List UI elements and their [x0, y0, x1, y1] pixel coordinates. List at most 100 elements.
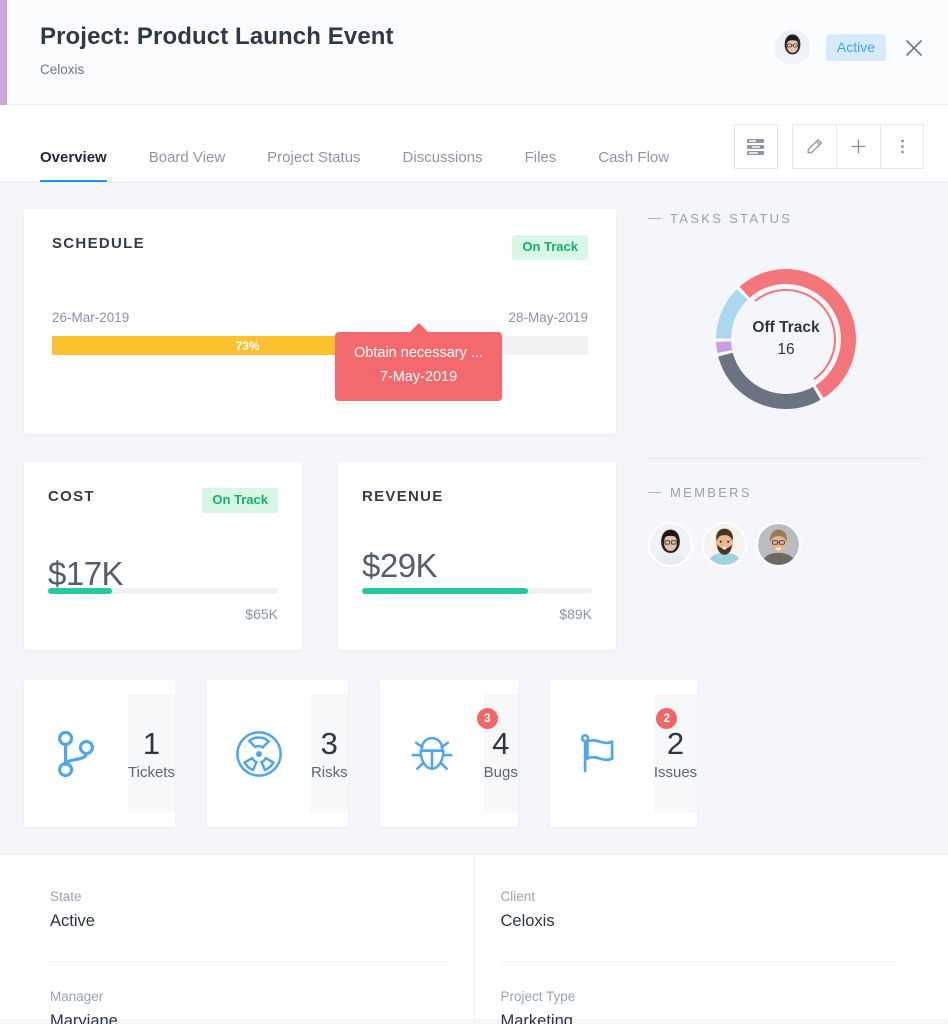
tab-project-status[interactable]: Project Status: [246, 149, 381, 182]
kpi-badge: 3: [476, 708, 498, 729]
member-avatar[interactable]: [702, 522, 747, 567]
detail-manager: Manager Maryjane: [50, 961, 448, 1024]
tasks-status-chart: Off Track 16: [648, 254, 924, 424]
kpi-label: Risks: [310, 764, 348, 781]
tab-label: Cash Flow: [598, 149, 670, 166]
project-overview-page: Project: Product Launch Event Celoxis Ac…: [0, 0, 948, 1024]
kpi-card-risks[interactable]: 3 Risks: [206, 680, 348, 827]
left-column: SCHEDULE On Track 26-Mar-2019 28-May-201…: [24, 209, 698, 827]
plus-icon: [851, 139, 866, 154]
collapse-icon[interactable]: [648, 217, 661, 220]
tab-label: Board View: [148, 149, 226, 166]
kpi-label: Tickets: [128, 764, 175, 781]
tab-files[interactable]: Files: [504, 149, 578, 182]
detail-project-type: Project Type Marketing: [500, 961, 898, 1024]
detail-value: Marketing: [500, 1012, 573, 1024]
more-options-button[interactable]: [880, 124, 924, 169]
milestone-tooltip: Obtain necessary ... 7-May-2019: [335, 323, 502, 401]
kpi-card-bugs[interactable]: 3 4 Bugs: [379, 680, 518, 827]
revenue-amount: $29K: [362, 547, 438, 584]
tab-board-view[interactable]: Board View: [128, 149, 246, 182]
page-header: Project: Product Launch Event Celoxis Ac…: [0, 0, 948, 105]
cost-title: COST: [48, 488, 95, 505]
header-actions: Active: [774, 30, 926, 65]
flag-icon: [550, 680, 654, 827]
tab-overview[interactable]: Overview: [40, 149, 128, 182]
member-avatar[interactable]: [648, 522, 693, 567]
kpi-label: Issues: [653, 764, 698, 781]
detail-client: Client Celoxis: [501, 855, 899, 933]
schedule-status-badge: On Track: [512, 235, 588, 260]
section-divider: [648, 458, 924, 459]
cost-progress-fill: [48, 588, 113, 594]
tab-label: Overview: [40, 149, 107, 166]
status-badge[interactable]: Active: [825, 34, 886, 61]
schedule-progress-track: 73%: [52, 332, 588, 359]
detail-label: Manager: [50, 989, 104, 1004]
edit-button[interactable]: [792, 124, 836, 169]
main-content: SCHEDULE On Track 26-Mar-2019 28-May-201…: [0, 183, 948, 1024]
revenue-progress-track: [362, 588, 592, 594]
avatar[interactable]: [774, 30, 810, 65]
cost-progress-track: [48, 588, 278, 594]
members-list: [648, 522, 924, 567]
add-button[interactable]: [836, 124, 880, 169]
kpi-value: 2: [666, 726, 685, 761]
tab-label: Files: [524, 149, 557, 166]
schedule-card: SCHEDULE On Track 26-Mar-2019 28-May-201…: [24, 209, 616, 434]
header-toolbar: [728, 124, 924, 169]
kpi-label: Bugs: [483, 764, 518, 781]
donut-segment[interactable]: [718, 352, 821, 409]
member-avatar[interactable]: [756, 522, 801, 567]
donut-center-label: Off Track 16: [701, 317, 871, 361]
kpi-value: 3: [320, 726, 338, 761]
gantt-view-icon: [747, 138, 764, 155]
tab-label: Discussions: [402, 149, 483, 166]
detail-value: Celoxis: [500, 912, 555, 930]
header-accent-strip: [0, 0, 7, 105]
kpi-card-issues[interactable]: 2 2 Issues: [549, 680, 698, 827]
revenue-progress-fill: [362, 588, 528, 594]
members-title: MEMBERS: [670, 485, 752, 500]
cost-card: COST On Track $17K $65K: [24, 462, 302, 650]
tab-label: Project Status: [267, 149, 361, 166]
detail-label: Project Type: [500, 989, 576, 1004]
detail-state: State Active: [50, 855, 448, 933]
milestone-date: 7-May-2019: [379, 369, 458, 385]
revenue-card: REVENUE $29K $89K: [338, 462, 616, 650]
cost-status-badge: On Track: [202, 488, 278, 513]
tab-cash-flow[interactable]: Cash Flow: [577, 149, 690, 182]
cost-total: $65K: [245, 606, 278, 622]
kpi-row: 1 Tickets 3 Risks 3 4 Bugs 2 2 Issues: [24, 680, 698, 827]
detail-value: Active: [50, 912, 95, 930]
kpi-card-tickets[interactable]: 1 Tickets: [24, 680, 175, 827]
pencil-icon: [807, 139, 822, 154]
gantt-view-button[interactable]: [734, 124, 778, 169]
radiation-icon: [207, 680, 311, 827]
donut-label: Off Track: [752, 319, 820, 336]
project-details-panel: State Active Manager Maryjane Client Cel…: [0, 855, 948, 1024]
schedule-percent-label: 73%: [235, 338, 260, 353]
details-column-left: State Active Manager Maryjane: [24, 855, 475, 1024]
donut-value: 16: [777, 341, 795, 358]
schedule-title: SCHEDULE: [52, 235, 145, 252]
detail-label: State: [50, 889, 82, 904]
revenue-title: REVENUE: [362, 488, 444, 505]
members-section-header: MEMBERS: [648, 485, 924, 500]
collapse-icon[interactable]: [648, 491, 661, 494]
tasks-status-title: TASKS STATUS: [670, 211, 793, 226]
tab-discussions[interactable]: Discussions: [382, 149, 504, 182]
details-column-right: Client Celoxis Project Type Marketing: [475, 855, 925, 1024]
detail-label: Client: [500, 889, 536, 904]
close-icon[interactable]: [902, 36, 926, 60]
bug-icon: [380, 680, 484, 827]
milestone-name: Obtain necessary ...: [354, 345, 483, 361]
branch-icon: [24, 680, 128, 827]
revenue-total: $89K: [559, 606, 592, 622]
schedule-start-date: 26-Mar-2019: [52, 310, 130, 325]
tasks-status-section-header: TASKS STATUS: [648, 211, 924, 226]
schedule-end-date: 28-May-2019: [508, 310, 588, 325]
kpi-value: 1: [142, 726, 161, 761]
detail-value: Maryjane: [50, 1012, 118, 1024]
more-vertical-icon: [900, 139, 904, 154]
